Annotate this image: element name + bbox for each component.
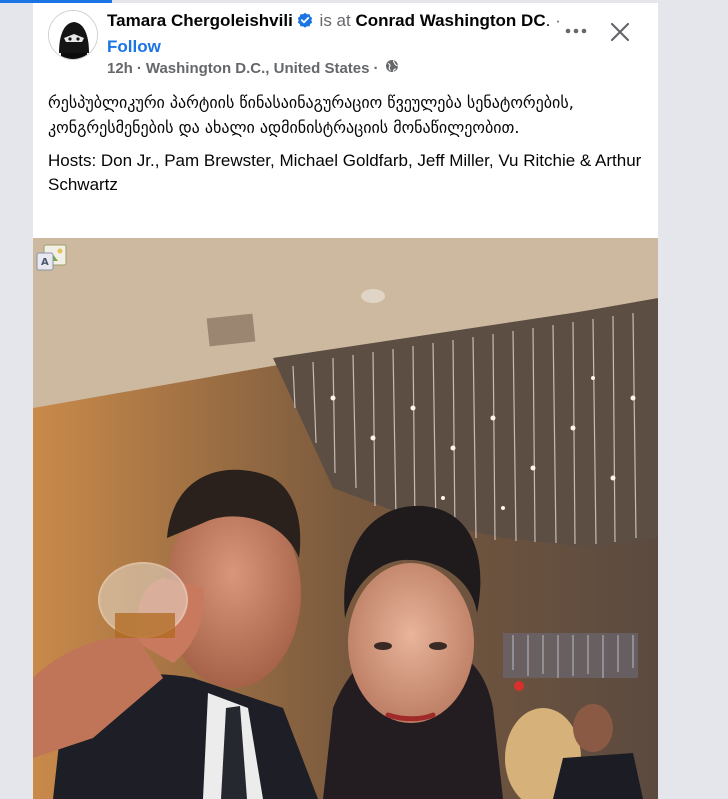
post-time[interactable]: 12h: [107, 59, 133, 79]
post-meta: 12h · Washington D.C., United States ·: [107, 59, 403, 79]
close-icon: [610, 22, 630, 42]
post-header: Tamara Chergoleishvili is at Conrad Wash…: [33, 3, 658, 87]
is-at-text: is at: [319, 11, 351, 30]
post-location[interactable]: Washington D.C., United States: [146, 59, 370, 79]
globe-icon[interactable]: [385, 59, 399, 79]
post-card: Tamara Chergoleishvili is at Conrad Wash…: [33, 3, 658, 799]
svg-text:A: A: [41, 257, 49, 268]
post-photo[interactable]: A: [33, 238, 658, 799]
post-title-line: Tamara Chergoleishvili is at Conrad Wash…: [107, 9, 577, 59]
meta-separator: ·: [136, 60, 142, 77]
avatar[interactable]: [48, 10, 98, 60]
meta-separator-2: ·: [373, 60, 379, 77]
place-suffix: .: [545, 11, 551, 30]
close-button[interactable]: [603, 15, 637, 49]
translate-icon[interactable]: A: [36, 243, 68, 273]
more-options-button[interactable]: [558, 17, 594, 45]
event-photo: [33, 238, 658, 799]
follow-button[interactable]: Follow: [107, 37, 161, 56]
post-text-georgian: რესპუბლიკური პარტიის წინასაინაგურაციო წვ…: [48, 93, 574, 137]
post-text-hosts: Hosts: Don Jr., Pam Brewster, Michael Go…: [48, 151, 642, 194]
author-name[interactable]: Tamara Chergoleishvili: [107, 11, 293, 30]
post-body: რესპუბლიკური პარტიის წინასაინაგურაციო წვ…: [48, 91, 648, 197]
verified-badge-icon: [297, 11, 313, 35]
place-name[interactable]: Conrad Washington DC: [355, 11, 545, 30]
more-dots-icon: [565, 28, 587, 34]
